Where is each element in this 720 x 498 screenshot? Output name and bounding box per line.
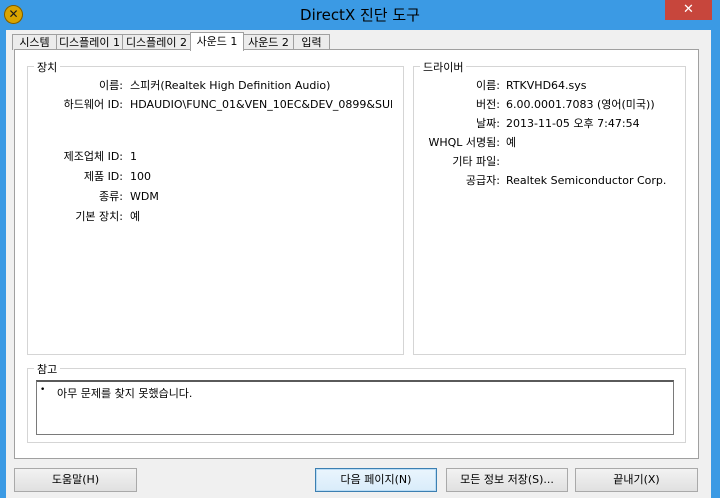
window-border-right	[711, 30, 720, 498]
device-row-default: 기본 장치: 예	[28, 209, 403, 225]
driver-row-date: 날짜: 2013-11-05 오후 7:47:54	[414, 116, 685, 132]
driver-row-provider: 공급자: Realtek Semiconductor Corp.	[414, 173, 685, 189]
driver-group-title: 드라이버	[420, 59, 467, 75]
tab-sound-2[interactable]: 사운드 2	[243, 34, 294, 50]
device-name-label: 이름:	[99, 79, 123, 92]
tab-display-2[interactable]: 디스플레이 2	[122, 34, 191, 50]
provider-label: 공급자:	[465, 174, 500, 187]
driver-name-label: 이름:	[476, 79, 500, 92]
driver-version-value: 6.00.0001.7083 (영어(미국))	[506, 98, 655, 111]
exit-button[interactable]: 끝내기(X)	[575, 468, 698, 492]
driver-row-version: 버전: 6.00.0001.7083 (영어(미국))	[414, 97, 685, 113]
note-bullet: •	[40, 385, 46, 395]
device-row-hardware-id: 하드웨어 ID: HDAUDIO\FUNC_01&VEN_10EC&DEV_08…	[28, 97, 403, 113]
note-item: 아무 문제를 찾지 못했습니다.	[57, 387, 193, 400]
tab-sound-1[interactable]: 사운드 1	[190, 32, 244, 51]
default-device-label: 기본 장치:	[75, 210, 123, 223]
type-label: 종류:	[99, 190, 123, 203]
driver-date-label: 날짜:	[476, 117, 500, 130]
type-value: WDM	[130, 190, 159, 203]
tab-display-1[interactable]: 디스플레이 1	[56, 34, 123, 50]
hardware-id-value: HDAUDIO\FUNC_01&VEN_10EC&DEV_0899&SUBSYS…	[130, 98, 392, 111]
tab-system[interactable]: 시스템	[12, 34, 57, 50]
device-row-type: 종류: WDM	[28, 189, 403, 205]
driver-row-other-files: 기타 파일:	[414, 154, 685, 170]
tab-panel: 장치 이름: 스피커(Realtek High Definition Audio…	[14, 49, 699, 459]
device-row-manufacturer-id: 제조업체 ID: 1	[28, 149, 403, 165]
whql-value: 예	[506, 136, 517, 149]
driver-row-whql: WHQL 서명됨: 예	[414, 135, 685, 151]
next-page-button[interactable]: 다음 페이지(N)	[315, 468, 437, 492]
driver-group: 드라이버 이름: RTKVHD64.sys 버전: 6.00.0001.7083…	[413, 59, 686, 355]
default-device-value: 예	[130, 210, 141, 223]
notes-group-title: 참고	[34, 361, 61, 377]
product-id-label: 제품 ID:	[83, 170, 123, 183]
tab-input[interactable]: 입력	[293, 34, 330, 50]
window-title: DirectX 진단 도구	[300, 6, 420, 24]
driver-date-value: 2013-11-05 오후 7:47:54	[506, 117, 640, 130]
device-row-name: 이름: 스피커(Realtek High Definition Audio)	[28, 78, 403, 94]
driver-row-name: 이름: RTKVHD64.sys	[414, 78, 685, 94]
driver-version-label: 버전:	[476, 98, 500, 111]
hardware-id-label: 하드웨어 ID:	[63, 98, 123, 111]
whql-label: WHQL 서명됨:	[428, 136, 501, 149]
driver-name-value: RTKVHD64.sys	[506, 79, 587, 92]
other-files-label: 기타 파일:	[452, 155, 500, 168]
device-row-product-id: 제품 ID: 100	[28, 169, 403, 185]
product-id-value: 100	[130, 170, 151, 183]
notes-group: 참고 • 아무 문제를 찾지 못했습니다.	[27, 361, 686, 443]
close-button[interactable]: ✕	[665, 0, 712, 20]
save-all-info-button[interactable]: 모든 정보 저장(S)...	[446, 468, 568, 492]
window-border-left	[0, 30, 6, 498]
device-group: 장치 이름: 스피커(Realtek High Definition Audio…	[27, 59, 404, 355]
manufacturer-id-label: 제조업체 ID:	[63, 150, 123, 163]
manufacturer-id-value: 1	[130, 150, 137, 163]
device-name-value: 스피커(Realtek High Definition Audio)	[130, 79, 331, 92]
notes-textbox[interactable]: • 아무 문제를 찾지 못했습니다.	[36, 380, 674, 435]
help-button[interactable]: 도움말(H)	[14, 468, 137, 492]
device-group-title: 장치	[34, 59, 61, 75]
provider-value: Realtek Semiconductor Corp.	[506, 174, 667, 187]
